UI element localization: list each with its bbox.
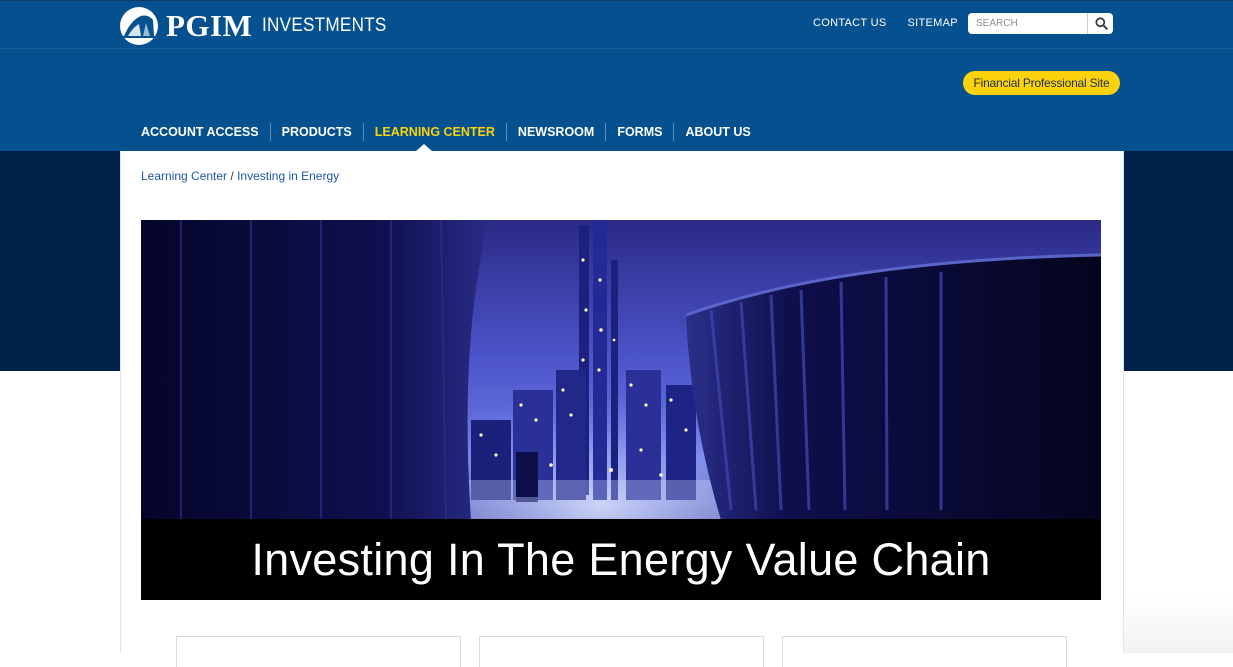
breadcrumb-learning-center[interactable]: Learning Center	[141, 169, 227, 183]
header-divider	[0, 48, 1233, 49]
nav-account-access[interactable]: ACCOUNT ACCESS	[130, 123, 270, 141]
header-top-line	[0, 0, 1233, 1]
page-background	[1122, 371, 1233, 653]
hero-caption-bar: Investing In The Energy Value Chain	[141, 519, 1101, 600]
utility-links: CONTACT US SITEMAP	[813, 17, 958, 29]
brand-name: PGIM	[166, 8, 253, 43]
search-box	[968, 13, 1113, 34]
nav-learning-center[interactable]: LEARNING CENTER	[362, 123, 506, 141]
rock-logo-icon	[120, 7, 158, 45]
nav-newsroom[interactable]: NEWSROOM	[505, 123, 605, 141]
hero-image	[141, 220, 1101, 520]
financial-professional-site-button[interactable]: Financial Professional Site	[963, 71, 1120, 95]
content-card[interactable]	[782, 636, 1067, 667]
breadcrumb-investing-in-energy[interactable]: Investing in Energy	[237, 169, 339, 183]
breadcrumb: Learning Center / Investing in Energy	[141, 169, 339, 183]
content-card[interactable]	[479, 636, 764, 667]
search-icon	[1094, 17, 1108, 30]
search-separator	[1087, 13, 1088, 34]
hero-caption: Investing In The Energy Value Chain	[251, 533, 991, 585]
nav-products[interactable]: PRODUCTS	[269, 123, 363, 141]
active-nav-caret-icon	[416, 144, 432, 151]
search-button[interactable]	[1089, 13, 1113, 34]
sitemap-link[interactable]: SITEMAP	[908, 17, 958, 29]
content-card[interactable]	[176, 636, 461, 667]
nav-forms[interactable]: FORMS	[605, 123, 673, 141]
contact-us-link[interactable]: CONTACT US	[813, 17, 887, 29]
refinery-night-image	[141, 220, 1101, 520]
breadcrumb-separator: /	[230, 169, 234, 183]
pgim-logo[interactable]: PGIM INVESTMENTS	[119, 6, 401, 46]
nav-about-us[interactable]: ABOUT US	[673, 123, 761, 141]
brand-sub: INVESTMENTS	[262, 15, 387, 36]
main-nav: ACCOUNT ACCESS PRODUCTS LEARNING CENTER …	[130, 123, 762, 141]
search-input[interactable]	[968, 14, 1086, 33]
